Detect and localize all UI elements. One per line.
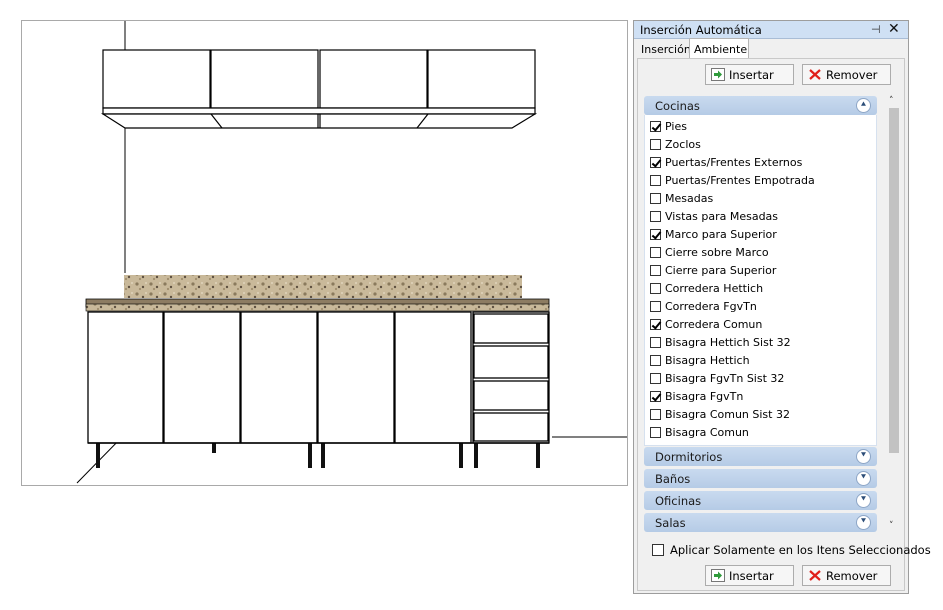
insert-button-top[interactable]: Insertar [705,64,794,85]
double-chevron-down-icon[interactable]: ⯆ [856,493,871,508]
upper-cabinets [100,49,538,129]
option-label: Bisagra Comun [665,426,749,439]
pin-icon[interactable]: ⊣ [871,23,881,36]
double-chevron-down-icon[interactable]: ⯆ [856,449,871,464]
apply-selected-label: Aplicar Solamente en los Itens Seleccion… [670,543,931,557]
category-label: Dormitorios [655,450,723,464]
double-chevron-down-icon[interactable]: ⯆ [856,515,871,530]
option-checkbox[interactable] [650,301,661,312]
option-checkbox[interactable] [650,175,661,186]
option-checkbox[interactable] [650,211,661,222]
option-label: Puertas/Frentes Empotrada [665,174,815,187]
scroll-up-icon[interactable]: ˄ [889,96,894,106]
tab-content-ambiente: Insertar Remover Cocinas ⯅ Pies Zoclos Pue… [637,58,931,591]
option-checkbox[interactable] [650,121,661,132]
remove-button-label: Remover [826,569,878,583]
option-label: Mesadas [665,192,714,205]
insert-button-label: Insertar [729,569,774,583]
option-checkbox[interactable] [650,283,661,294]
scrollbar[interactable]: ˄ ˅ [886,96,902,536]
scroll-down-icon[interactable]: ˅ [889,521,894,531]
option-label: Bisagra Comun Sist 32 [665,408,790,421]
double-chevron-down-icon[interactable]: ⯆ [856,471,871,486]
remove-button-label: Remover [826,68,878,82]
scroll-thumb[interactable] [889,108,899,453]
option-label: Bisagra Hettich Sist 32 [665,336,791,349]
backsplash [124,275,522,298]
remove-button-bottom[interactable]: Remover [802,565,891,586]
panel-title-bar[interactable]: Inserción Automática ⊣ ✕ [634,21,908,39]
red-x-icon [809,570,821,581]
option-checkbox[interactable] [650,319,661,330]
red-x-icon [809,69,821,80]
category-list: Cocinas ⯅ Pies Zoclos Puertas/Frentes Exte… [644,96,877,556]
option-label: Cierre sobre Marco [665,246,769,259]
option-checkbox[interactable] [650,193,661,204]
option-label: Marco para Superior [665,228,777,241]
option-label: Vistas para Mesadas [665,210,779,223]
option-label: Pies [665,120,687,133]
option-checkbox[interactable] [650,229,661,240]
option-label: Puertas/Frentes Externos [665,156,803,169]
category-header-dormitorios[interactable]: Dormitorios ⯆ [644,447,877,466]
option-checkbox[interactable] [650,139,661,150]
option-checkbox[interactable] [650,355,661,366]
kitchen-model-drawing [76,21,627,484]
green-arrow-icon [711,569,725,582]
option-label: Bisagra FgvTn Sist 32 [665,372,785,385]
insert-button-bottom[interactable]: Insertar [705,565,794,586]
option-checkbox[interactable] [650,391,661,402]
close-icon[interactable]: ✕ [888,21,900,37]
tab-insercion[interactable]: Inserción [637,40,691,59]
double-chevron-up-icon[interactable]: ⯅ [856,98,871,113]
option-checkbox[interactable] [650,247,661,258]
insert-button-label: Insertar [729,68,774,82]
category-header-oficinas[interactable]: Oficinas ⯆ [644,491,877,510]
option-checkbox[interactable] [650,427,661,438]
option-label: Corredera FgvTn [665,300,757,313]
option-label: Cierre para Superior [665,264,777,277]
model-viewport[interactable] [21,20,628,486]
option-checkbox[interactable] [650,409,661,420]
apply-selected-checkbox[interactable] [652,544,664,556]
option-checkbox[interactable] [650,337,661,348]
cabinet-legs [96,443,540,468]
category-header-salas[interactable]: Salas ⯆ [644,513,877,532]
tab-ambiente[interactable]: Ambiente [689,38,749,59]
option-checkbox[interactable] [650,265,661,276]
green-arrow-icon [711,68,725,81]
option-label: Bisagra Hettich [665,354,750,367]
option-label: Bisagra FgvTn [665,390,744,403]
category-label: Cocinas [655,99,700,113]
option-label: Corredera Comun [665,318,763,331]
panel-title: Inserción Automática [640,23,762,37]
cocinas-options: Pies Zoclos Puertas/Frentes Externos Puerta… [644,115,877,446]
option-label: Zoclos [665,138,701,151]
remove-button-top[interactable]: Remover [802,64,891,85]
category-label: Oficinas [655,494,702,508]
option-checkbox[interactable] [650,157,661,168]
category-header-cocinas[interactable]: Cocinas ⯅ [644,96,877,115]
category-header-banos[interactable]: Baños ⯆ [644,469,877,488]
category-label: Baños [655,472,691,486]
option-checkbox[interactable] [650,373,661,384]
base-cabinets [87,311,550,444]
option-label: Corredera Hettich [665,282,764,295]
category-label: Salas [655,516,686,530]
auto-insertion-panel: Inserción Automática ⊣ ✕ Inserción Ambie… [633,20,931,594]
